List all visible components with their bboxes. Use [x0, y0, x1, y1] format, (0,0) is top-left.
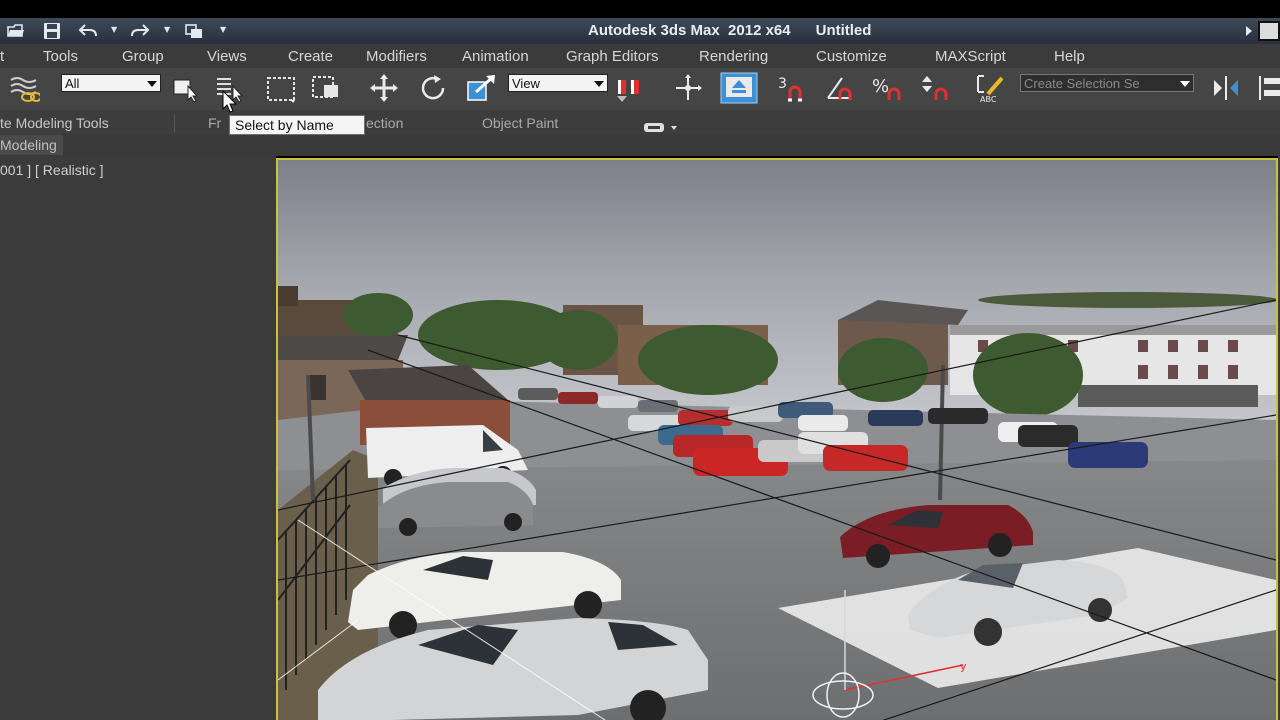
rectangular-selection-region-icon[interactable]	[265, 72, 297, 104]
viewport-label[interactable]: 001 ] [ Realistic ]	[0, 162, 104, 178]
menu-maxscript[interactable]: MAXScript	[935, 48, 1006, 65]
menu-views[interactable]: Views	[207, 48, 247, 65]
svg-text:ABC: ABC	[980, 95, 997, 104]
spinner-snap-icon[interactable]	[918, 72, 950, 104]
info-center-icon[interactable]	[1240, 20, 1280, 42]
reference-coordinate-dropdown[interactable]: View	[508, 74, 608, 92]
quick-access-dropdown-icon[interactable]: ▼	[220, 26, 228, 34]
svg-text:%: %	[872, 76, 889, 97]
chevron-down-icon	[1180, 81, 1190, 87]
mouse-pointer-icon	[222, 89, 238, 114]
menu-group[interactable]: Group	[122, 48, 164, 65]
menu-edit[interactable]: t	[0, 48, 4, 65]
selection-filter-value: All	[65, 76, 80, 91]
redo-icon[interactable]	[130, 21, 150, 41]
viewport-scene[interactable]: y	[278, 160, 1276, 720]
tab-selection[interactable]: ection	[366, 115, 403, 131]
menu-customize[interactable]: Customize	[816, 48, 887, 65]
named-selection-sets-placeholder: Create Selection Se	[1024, 76, 1140, 91]
align-icon[interactable]	[1256, 72, 1280, 104]
project-folder-icon[interactable]	[184, 21, 204, 41]
undo-dropdown-icon[interactable]: ▼	[111, 26, 119, 34]
redo-dropdown-icon[interactable]: ▼	[164, 26, 172, 34]
menu-help[interactable]: Help	[1054, 48, 1085, 65]
menu-animation[interactable]: Animation	[462, 48, 529, 65]
selection-filter-dropdown[interactable]: All	[61, 74, 161, 92]
gizmo-axis-label: y	[960, 660, 967, 673]
select-by-name-tooltip: Select by Name	[229, 115, 365, 135]
chevron-down-icon	[594, 81, 604, 87]
select-and-rotate-icon[interactable]	[417, 72, 449, 104]
keyboard-shortcut-override-icon[interactable]	[720, 72, 758, 104]
tab-object-paint[interactable]: Object Paint	[482, 115, 558, 131]
select-and-move-icon[interactable]	[368, 72, 400, 104]
window-crossing-icon[interactable]	[310, 72, 342, 104]
menu-rendering[interactable]: Rendering	[699, 48, 768, 65]
ribbon-panel-row: Modeling	[0, 134, 1280, 156]
select-and-scale-icon[interactable]	[466, 72, 498, 104]
named-selection-sets-dropdown[interactable]: Create Selection Se	[1020, 74, 1194, 92]
tab-divider	[174, 114, 175, 132]
title-bar: ▼ ▼ ▼ Autodesk 3ds Max 2012 x64 Untitled	[0, 18, 1280, 44]
mirror-icon[interactable]	[1210, 72, 1242, 104]
menu-graph-editors[interactable]: Graph Editors	[566, 48, 659, 65]
menu-tools[interactable]: Tools	[43, 48, 78, 65]
pivot-center-icon[interactable]	[613, 72, 645, 104]
undo-icon[interactable]	[78, 21, 98, 41]
open-file-icon[interactable]	[6, 21, 26, 41]
select-and-manipulate-icon[interactable]	[672, 72, 704, 104]
perspective-viewport[interactable]: y	[276, 158, 1278, 720]
angle-snap-icon[interactable]	[824, 72, 856, 104]
tab-graphite-modeling-tools[interactable]: te Modeling Tools	[0, 115, 109, 131]
ribbon-tab-bar: te Modeling Tools Fr ection Object Paint	[0, 110, 1280, 134]
window-title: Autodesk 3ds Max 2012 x64 Untitled	[588, 22, 872, 39]
snaps-toggle-icon[interactable]: 3	[776, 72, 808, 104]
select-object-icon[interactable]	[170, 72, 202, 104]
link-bind-icon[interactable]	[8, 72, 42, 104]
menu-bar: t Tools Group Views Create Modifiers Ani…	[0, 44, 1280, 68]
percent-snap-icon[interactable]: %	[871, 72, 903, 104]
reference-coordinate-value: View	[512, 76, 540, 91]
main-toolbar: All View 3 % ABC Create Selection Se	[0, 68, 1280, 111]
menu-modifiers[interactable]: Modifiers	[366, 48, 427, 65]
polygon-modeling-panel-label[interactable]: Modeling	[0, 135, 63, 155]
snap-label: 3	[778, 76, 787, 92]
edit-named-selection-icon[interactable]: ABC	[974, 72, 1006, 104]
left-viewport-area[interactable]: 001 ] [ Realistic ]	[0, 156, 276, 720]
tab-freeform[interactable]: Fr	[208, 115, 221, 131]
save-file-icon[interactable]	[42, 21, 62, 41]
chevron-down-icon	[147, 81, 157, 87]
menu-create[interactable]: Create	[288, 48, 333, 65]
